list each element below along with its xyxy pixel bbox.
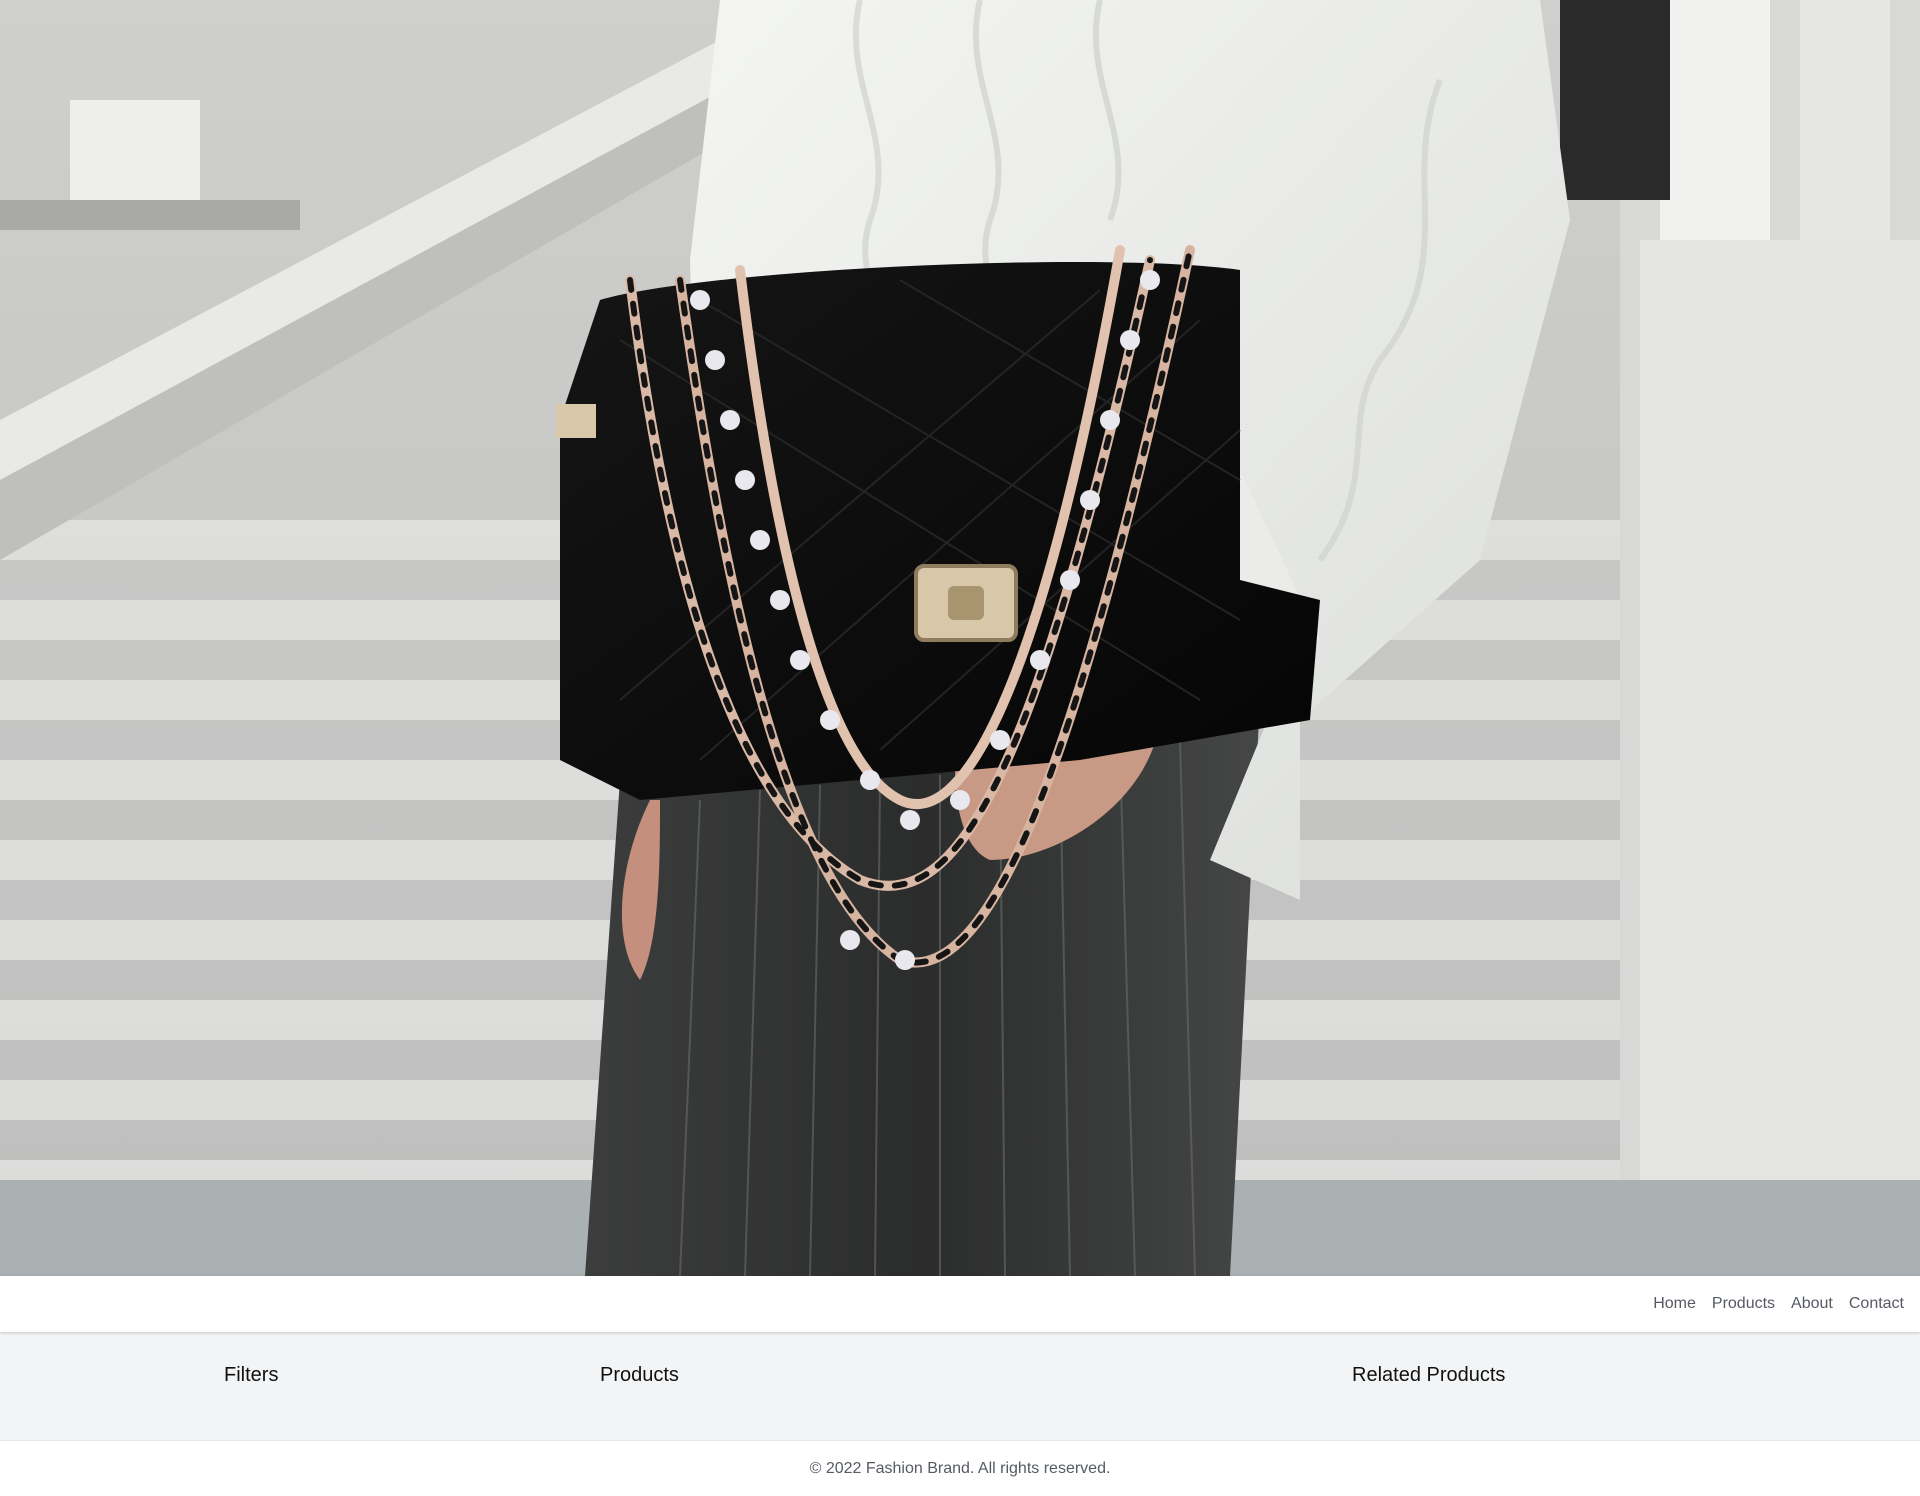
filters-heading: Filters — [224, 1364, 279, 1386]
copyright-text: © 2022 Fashion Brand. All rights reserve… — [809, 1459, 1111, 1477]
nav-link-contact[interactable]: Contact — [1849, 1295, 1904, 1313]
nav-link-products[interactable]: Products — [1712, 1295, 1775, 1313]
hero-image — [0, 0, 1920, 1276]
products-heading: Products — [600, 1364, 679, 1386]
related-products-section: Related Products — [1352, 1332, 1696, 1440]
nav-link-about[interactable]: About — [1791, 1295, 1833, 1313]
products-section: Products — [600, 1332, 1352, 1440]
main-content: Filters Products Related Products — [0, 1332, 1920, 1440]
main-columns: Filters Products Related Products — [224, 1332, 1696, 1440]
filters-section: Filters — [224, 1332, 600, 1440]
nav-links: Home Products About Contact — [1653, 1276, 1904, 1332]
footer: © 2022 Fashion Brand. All rights reserve… — [0, 1440, 1920, 1496]
top-navbar: Home Products About Contact — [0, 1276, 1920, 1332]
related-products-heading: Related Products — [1352, 1364, 1506, 1386]
hero-photo-icon — [0, 0, 1920, 1276]
nav-link-home[interactable]: Home — [1653, 1295, 1696, 1313]
